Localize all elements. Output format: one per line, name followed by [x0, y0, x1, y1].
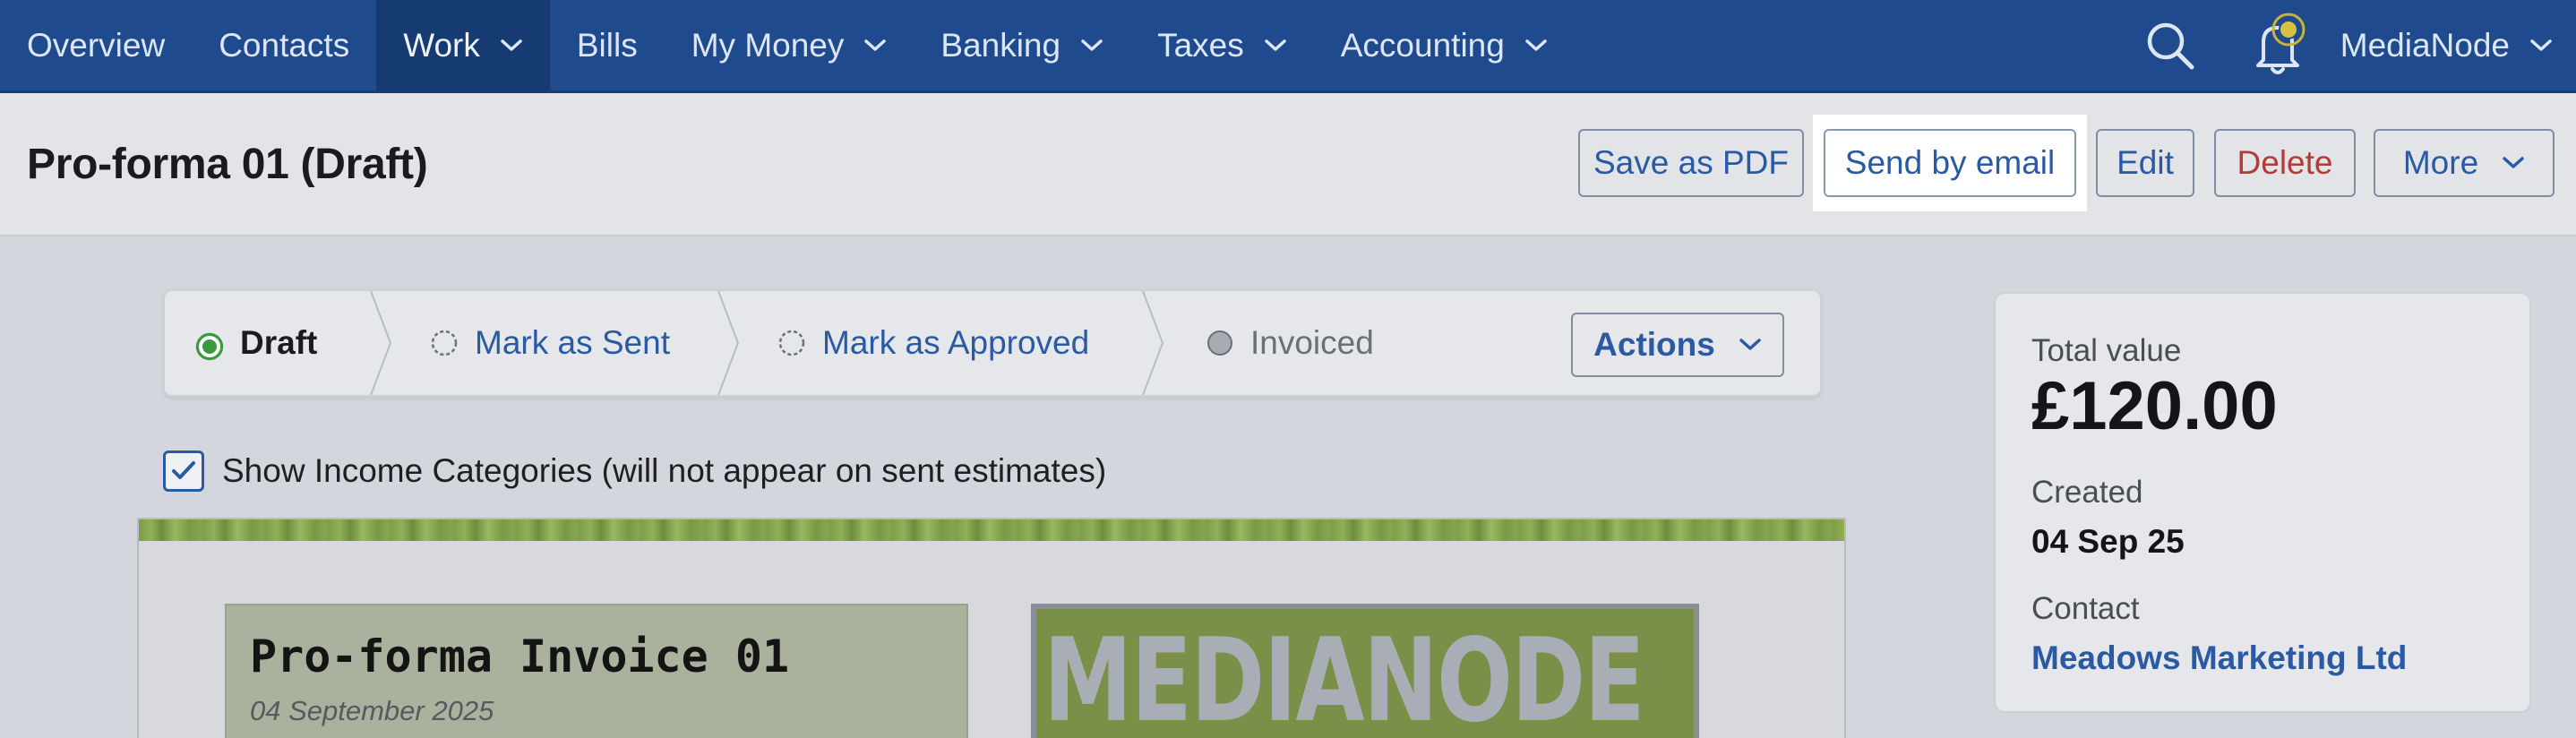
- page-header: Pro-forma 01 (Draft) Save as PDF Send by…: [0, 93, 2576, 236]
- document-title: Pro-forma Invoice 01: [250, 631, 790, 682]
- bell-icon[interactable]: [2224, 0, 2331, 90]
- nav-item-label: Work: [403, 26, 480, 64]
- created-label: Created: [2031, 475, 2143, 510]
- show-income-categories-checkbox[interactable]: [163, 451, 204, 492]
- search-icon[interactable]: [2117, 0, 2224, 90]
- contact-label: Contact: [2031, 591, 2140, 626]
- summary-card: Total value £120.00 Created 04 Sep 25 Co…: [1994, 292, 2531, 713]
- document-header-band: [139, 519, 1844, 541]
- edit-button[interactable]: Edit: [2096, 129, 2194, 197]
- radio-empty-icon: [430, 329, 459, 357]
- company-logo-text: MEDIANODE: [1043, 614, 1645, 738]
- show-income-categories-label: Show Income Categories (will not appear …: [222, 452, 1107, 489]
- save-as-pdf-button[interactable]: Save as PDF: [1578, 129, 1804, 197]
- radio-selected-icon: [195, 329, 224, 361]
- status-step-label: Mark as Sent: [475, 324, 670, 361]
- actions-button-label: Actions: [1593, 326, 1715, 363]
- nav-item-overview[interactable]: Overview: [0, 0, 192, 90]
- chevron-down-icon: [863, 39, 887, 53]
- step-separator: [370, 291, 392, 395]
- nav-item-label: Contacts: [219, 26, 350, 64]
- document-preview: Pro-forma Invoice 01 04 September 2025 M…: [137, 518, 1846, 738]
- document-date: 04 September 2025: [250, 695, 494, 726]
- user-menu[interactable]: MediaNode: [2331, 27, 2576, 64]
- step-separator: [717, 291, 740, 395]
- nav-item-bills[interactable]: Bills: [550, 0, 665, 90]
- created-value: 04 Sep 25: [2031, 523, 2185, 560]
- checkmark-icon: [172, 461, 195, 479]
- chevron-down-icon: [1264, 39, 1287, 53]
- user-name: MediaNode: [2340, 26, 2510, 64]
- nav-item-accounting[interactable]: Accounting: [1314, 0, 1575, 90]
- nav-item-label: Taxes: [1157, 26, 1244, 64]
- nav-item-label: Overview: [27, 26, 166, 64]
- company-logo: MEDIANODE: [1031, 604, 1699, 738]
- nav-item-work[interactable]: Work: [376, 0, 550, 90]
- contact-link[interactable]: Meadows Marketing Ltd: [2031, 639, 2407, 677]
- total-value-label: Total value: [2031, 333, 2182, 368]
- nav-item-contacts[interactable]: Contacts: [192, 0, 376, 90]
- status-step-draft: Draft: [195, 291, 317, 395]
- document-title-box: Pro-forma Invoice 01 04 September 2025: [225, 604, 968, 738]
- nav-item-label: Accounting: [1340, 26, 1505, 64]
- total-value: £120.00: [2031, 368, 2278, 444]
- send-by-email-button[interactable]: Send by email: [1824, 129, 2076, 197]
- nav-right-group: MediaNode: [2117, 0, 2576, 90]
- chevron-down-icon: [500, 39, 523, 53]
- status-step-label: Mark as Approved: [822, 324, 1090, 361]
- radio-empty-icon: [777, 329, 806, 357]
- status-step-mark-as-sent[interactable]: Mark as Sent: [430, 291, 670, 395]
- chevron-down-icon: [2529, 39, 2553, 53]
- chevron-down-icon: [1739, 338, 1762, 352]
- actions-button[interactable]: Actions: [1571, 313, 1784, 377]
- nav-item-taxes[interactable]: Taxes: [1130, 0, 1314, 90]
- chevron-down-icon: [1524, 39, 1548, 53]
- nav-item-my-money[interactable]: My Money: [665, 0, 914, 90]
- more-button[interactable]: More: [2374, 129, 2555, 197]
- status-progress-bar: Draft Mark as Sent Mark as Approved Invo…: [163, 289, 1822, 397]
- top-navigation: Overview Contacts Work Bills My Money Ba…: [0, 0, 2576, 93]
- radio-disabled-icon: [1206, 329, 1234, 357]
- status-step-invoiced: Invoiced: [1206, 291, 1374, 395]
- nav-item-banking[interactable]: Banking: [914, 0, 1130, 90]
- step-separator: [1142, 291, 1164, 395]
- nav-item-label: My Money: [691, 26, 845, 64]
- nav-item-label: Banking: [940, 26, 1061, 64]
- more-button-label: More: [2402, 144, 2479, 181]
- show-income-categories-row: Show Income Categories (will not appear …: [163, 451, 1106, 492]
- chevron-down-icon: [1080, 39, 1103, 53]
- status-step-label: Draft: [240, 324, 318, 361]
- nav-item-label: Bills: [576, 26, 638, 64]
- delete-button[interactable]: Delete: [2214, 129, 2356, 197]
- status-step-mark-as-approved[interactable]: Mark as Approved: [777, 291, 1089, 395]
- status-step-label: Invoiced: [1250, 324, 1374, 361]
- chevron-down-icon: [2502, 156, 2525, 170]
- page-title: Pro-forma 01 (Draft): [27, 141, 428, 188]
